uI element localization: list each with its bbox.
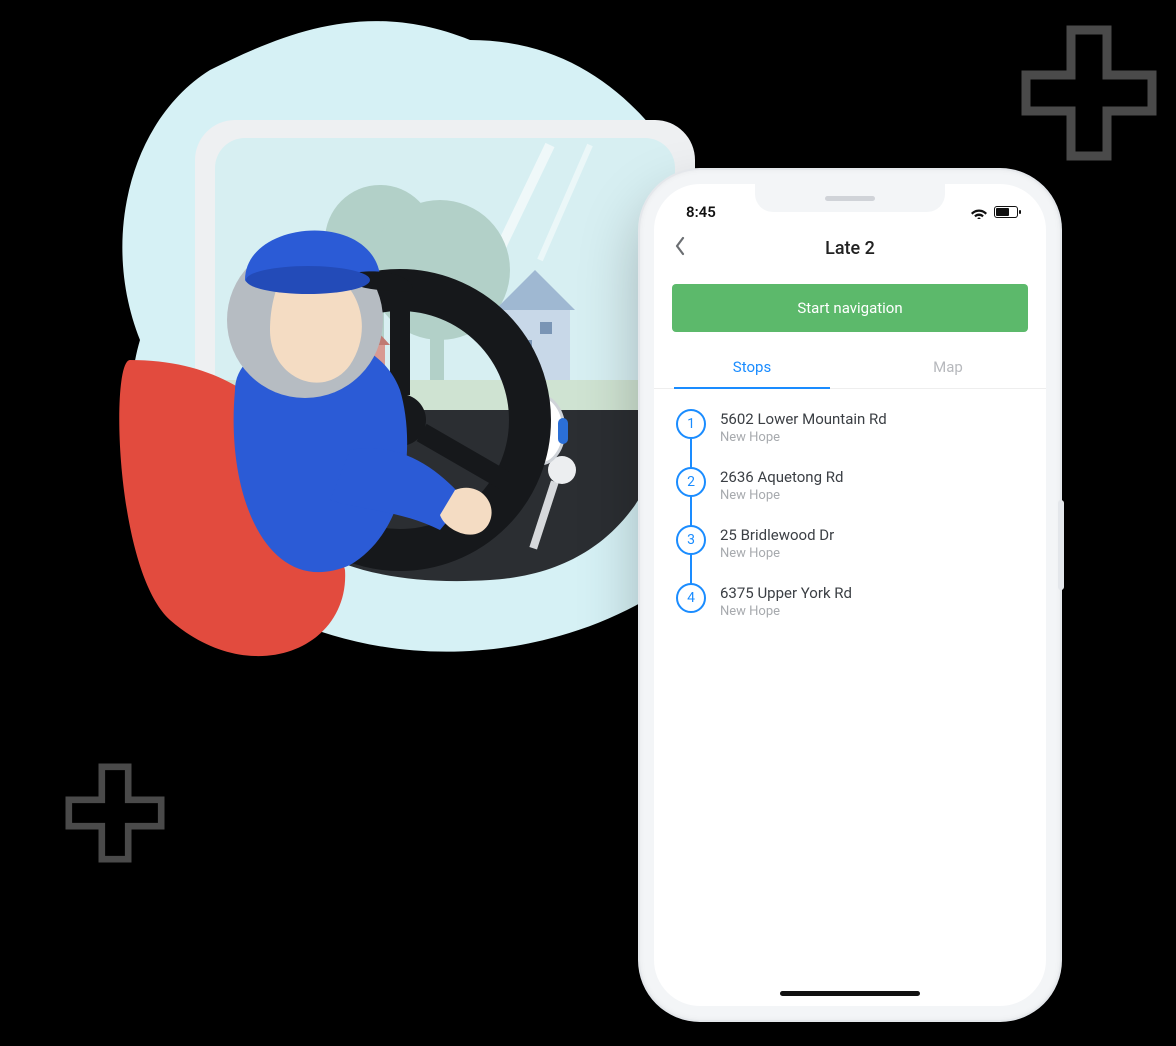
stop-address: 2636 Aquetong Rd	[720, 468, 843, 486]
phone-speaker	[825, 196, 875, 201]
tab-stops[interactable]: Stops	[654, 346, 850, 388]
back-button[interactable]	[674, 236, 686, 256]
phone-mockup: 8:45 Late 2 Start navigation Stops Map 1	[640, 170, 1060, 1020]
stop-city: New Hope	[720, 488, 843, 503]
plus-decoration-icon	[1014, 18, 1164, 168]
stop-connector-line	[690, 439, 692, 601]
stop-number-badge: 4	[676, 583, 706, 613]
tab-map[interactable]: Map	[850, 346, 1046, 388]
stop-address: 5602 Lower Mountain Rd	[720, 410, 887, 428]
phone-screen: 8:45 Late 2 Start navigation Stops Map 1	[654, 184, 1046, 1006]
stop-number-badge: 2	[676, 467, 706, 497]
phone-notch	[755, 184, 945, 212]
list-item[interactable]: 4 6375 Upper York Rd New Hope	[676, 583, 1024, 619]
home-indicator[interactable]	[780, 991, 920, 996]
tabs: Stops Map	[654, 346, 1046, 389]
list-item[interactable]: 3 25 Bridlewood Dr New Hope	[676, 525, 1024, 561]
plus-decoration-icon	[60, 758, 170, 868]
wifi-icon	[970, 206, 988, 219]
phone-side-button	[1058, 500, 1064, 590]
stop-city: New Hope	[720, 546, 834, 561]
list-item[interactable]: 2 2636 Aquetong Rd New Hope	[676, 467, 1024, 503]
battery-icon	[994, 206, 1018, 218]
stop-address: 6375 Upper York Rd	[720, 584, 852, 602]
page-title: Late 2	[825, 238, 875, 259]
nav-header: Late 2	[654, 226, 1046, 270]
start-navigation-button[interactable]: Start navigation	[672, 284, 1028, 332]
stops-list: 1 5602 Lower Mountain Rd New Hope 2 2636…	[654, 389, 1046, 661]
stop-address: 25 Bridlewood Dr	[720, 526, 834, 544]
stop-city: New Hope	[720, 430, 887, 445]
stop-number-badge: 3	[676, 525, 706, 555]
status-time: 8:45	[686, 203, 716, 221]
stop-city: New Hope	[720, 604, 852, 619]
list-item[interactable]: 1 5602 Lower Mountain Rd New Hope	[676, 409, 1024, 445]
stop-number-badge: 1	[676, 409, 706, 439]
